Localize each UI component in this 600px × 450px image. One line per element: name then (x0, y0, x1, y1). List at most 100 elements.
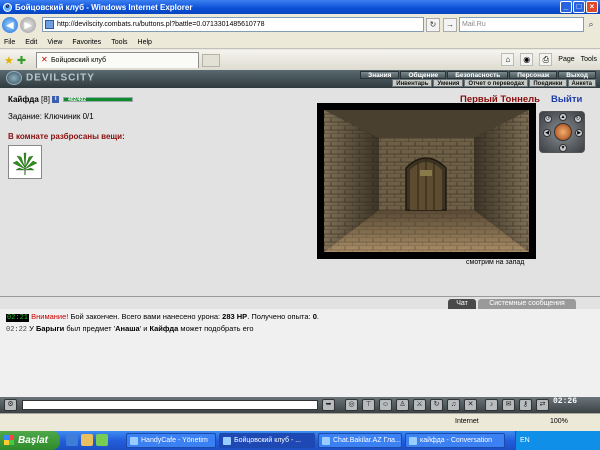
tab-current[interactable]: ✕ Бойцовский клуб (36, 52, 199, 68)
tab-system-messages[interactable]: Системные сообщения (478, 299, 576, 309)
filter-icon[interactable]: ⊤ (362, 399, 375, 411)
close-chat-icon[interactable]: ✕ (464, 399, 477, 411)
close-button[interactable]: × (586, 1, 598, 13)
minimize-button[interactable]: _ (560, 1, 572, 13)
nav-knowledge[interactable]: Знания (360, 71, 400, 79)
game-header: DEVILSCITY Знания Общение Безопасность П… (0, 70, 600, 88)
compass-center-icon[interactable] (554, 123, 572, 141)
window-titlebar: e Бойцовский клуб - Windows Internet Exp… (0, 0, 600, 14)
quest-task: Задание: Ключиник 0/1 (8, 112, 94, 121)
chat-player-name: Кайфда (149, 324, 179, 333)
chat-line: 02:21 Внимание! Бой закончен. Всего вами… (6, 312, 319, 322)
chat-input[interactable] (22, 400, 318, 410)
tab-chat[interactable]: Чат (448, 299, 476, 309)
sound-icon[interactable]: ♫ (447, 399, 460, 411)
mail-icon[interactable]: ✉ (502, 399, 515, 411)
language-indicator[interactable]: EN (520, 437, 530, 444)
game-nav-top: Знания Общение Безопасность Персонаж Вых… (360, 71, 596, 79)
chat-settings-icon[interactable]: ⚙ (4, 399, 17, 411)
taskbar-task[interactable]: Chat.Bakilar.AZ Гла... (318, 433, 402, 448)
hp-text: 402/402 (68, 97, 87, 103)
tools-menu[interactable]: Tools (581, 56, 597, 63)
taskbar-task[interactable]: кайфда - Conversation (405, 433, 505, 448)
print-icon[interactable]: ⎙ (539, 53, 553, 66)
navigation-compass: ▲ ◀ ▶ ▼ ↺ ↻ (539, 111, 585, 153)
menu-edit[interactable]: Edit (25, 39, 37, 46)
items-title: В комнате разбросаны вещи: (8, 132, 125, 141)
smiles-icon[interactable]: ☺ (379, 399, 392, 411)
dungeon-view[interactable] (324, 110, 529, 252)
forward-button[interactable]: ▶ (20, 17, 36, 33)
nav-character[interactable]: Персонаж (509, 71, 558, 79)
nav-inventory[interactable]: Инвентарь (392, 79, 433, 87)
search-icon[interactable]: ⌕ (585, 18, 597, 31)
send-icon[interactable]: ➥ (322, 399, 335, 411)
dungeon-view-frame (317, 103, 536, 259)
taskbar-task[interactable]: HandyCafe - Yönetim (126, 433, 216, 448)
nav-skills[interactable]: Умения (433, 79, 464, 87)
turn-right-icon[interactable]: ▶ (575, 129, 583, 137)
feeds-icon[interactable]: ◉ (520, 53, 534, 66)
music-icon[interactable]: ♪ (485, 399, 498, 411)
chat-item-name: Анаша (115, 324, 140, 333)
rotate-right-icon[interactable]: ↻ (574, 115, 582, 123)
go-icon[interactable]: → (443, 18, 457, 32)
character-name[interactable]: Кайфда [8] i (8, 95, 60, 104)
key-icon[interactable]: ⚷ (519, 399, 532, 411)
menu-tools[interactable]: Tools (111, 39, 127, 46)
page-menu[interactable]: Page (558, 56, 574, 63)
menu-help[interactable]: Help (138, 39, 152, 46)
maximize-button[interactable]: □ (573, 1, 585, 13)
chat-log: 02:21 Внимание! Бой закончен. Всего вами… (0, 309, 600, 397)
fight-icon[interactable]: ⚔ (413, 399, 426, 411)
favorites-star-icon[interactable]: ★ (4, 54, 14, 67)
move-south-icon[interactable]: ▼ (559, 144, 567, 152)
turn-left-icon[interactable]: ◀ (543, 129, 551, 137)
chat-player-name: Барыги (35, 324, 65, 333)
media-quicklaunch-icon[interactable] (96, 434, 108, 446)
rotate-left-icon[interactable]: ↺ (544, 115, 552, 123)
nav-exit[interactable]: Выход (558, 71, 596, 79)
page-icon (45, 20, 54, 29)
menu-bar: File Edit View Favorites Tools Help (0, 36, 600, 49)
zone-text: Internet (455, 418, 479, 425)
refresh-chat-icon[interactable]: ↻ (430, 399, 443, 411)
nav-fights[interactable]: Поединки (529, 79, 567, 87)
new-tab-button[interactable] (202, 54, 220, 67)
info-icon[interactable]: i (52, 96, 60, 104)
window-title: Бойцовский клуб - Windows Internet Explo… (15, 2, 193, 12)
nav-profile[interactable]: Анкета (567, 79, 596, 87)
nav-transfers[interactable]: Отчет о переводах (464, 79, 529, 87)
menu-favorites[interactable]: Favorites (72, 39, 101, 46)
nav-security[interactable]: Безопасность (447, 71, 509, 79)
zoom-level[interactable]: 100% (550, 418, 568, 425)
hp-bar: 402/402 (63, 97, 133, 103)
url-input[interactable]: http://devilscity.combats.ru/buttons.pl?… (42, 17, 424, 32)
move-north-icon[interactable]: ▲ (559, 113, 567, 121)
user-icon[interactable]: ♙ (396, 399, 409, 411)
hemp-leaf-item[interactable] (8, 145, 42, 179)
start-button[interactable]: Başlat (0, 431, 60, 450)
logo-emblem-icon (6, 71, 22, 85)
nav-communication[interactable]: Общение (400, 71, 447, 79)
back-button[interactable]: ◀ (2, 17, 18, 33)
taskbar-task-active[interactable]: Бойцовский клуб - ... (219, 433, 315, 448)
add-favorite-icon[interactable]: ✚ (17, 54, 26, 67)
ie-icon: e (3, 2, 12, 12)
menu-view[interactable]: View (47, 39, 62, 46)
exit-link[interactable]: Выйти (551, 94, 582, 105)
game-logo: DEVILSCITY (6, 71, 95, 85)
home-icon[interactable]: ⌂ (501, 53, 515, 66)
refresh-icon[interactable]: ↻ (426, 18, 440, 32)
clear-chat-icon[interactable]: ◎ (345, 399, 358, 411)
address-bar: ◀ ▶ http://devilscity.combats.ru/buttons… (0, 14, 600, 36)
desktop-quicklaunch-icon[interactable] (81, 434, 93, 446)
chat-time: 02:21 (6, 314, 30, 322)
trade-icon[interactable]: ⇄ (536, 399, 549, 411)
windows-flag-icon (4, 435, 14, 445)
menu-file[interactable]: File (4, 39, 15, 46)
status-bar: Internet 100% (0, 413, 600, 431)
ie-quicklaunch-icon[interactable] (66, 434, 78, 446)
search-input[interactable]: Mail.Ru (459, 17, 584, 32)
chat-line: 02:22 У Барыги был предмет 'Анаша' и Кай… (6, 324, 254, 334)
